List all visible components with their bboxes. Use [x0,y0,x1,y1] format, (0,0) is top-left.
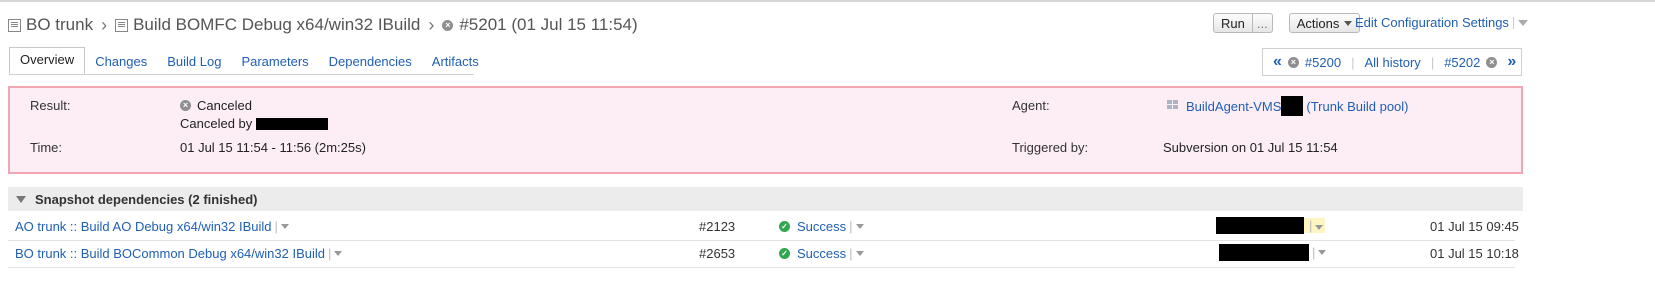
agent-link[interactable]: BuildAgent-VMS [1186,99,1281,114]
chevron-down-icon [1344,20,1353,26]
toolbar: Run ... Actions [1213,13,1361,33]
last-build-icon[interactable]: » [1507,53,1516,71]
canceled-icon: × [442,19,454,31]
dropdown-highlight[interactable]: | [1304,218,1326,233]
tabs-underline [9,74,474,75]
actions-button[interactable]: Actions [1288,13,1361,33]
divider: | [1430,54,1435,70]
dependency-date: 01 Jul 15 09:45 [1430,219,1519,234]
agent-value: BuildAgent-VMS (Trunk Build pool) [1167,96,1409,116]
breadcrumb: BO trunk › Build BOMFC Debug x64/win32 I… [8,14,638,36]
triggered-value: Subversion on 01 Jul 15 11:54 [1163,140,1338,155]
canceled-icon: × [1287,56,1299,68]
dropdown-icon[interactable] [334,251,343,256]
dropdown-icon[interactable] [1318,250,1327,255]
divider [1512,16,1514,29]
build-result-panel: Result: × Canceled Canceled by Time: 01 … [8,86,1523,174]
redacted-user [256,117,329,130]
redacted-agent-suffix [1281,96,1304,116]
previous-build-link[interactable]: #5200 [1305,55,1341,70]
divider: | [849,246,853,261]
next-build-link[interactable]: #5202 [1444,55,1480,70]
agent-label: Agent: [1012,98,1050,113]
dependency-status-cell: ✓ Success | [779,219,864,234]
build-config-name[interactable]: Build BOMFC Debug x64/win32 IBuild [133,15,420,35]
chevron-right-icon: › [428,14,435,35]
result-label: Result: [30,98,71,113]
tab-dependencies[interactable]: Dependencies [319,50,422,74]
dropdown-icon[interactable] [280,224,289,229]
edit-configuration-link[interactable]: Edit Configuration Settings [1355,15,1509,30]
dependency-build-number[interactable]: #2123 [699,219,735,234]
run-button[interactable]: Run [1213,13,1253,33]
snapshot-dependencies-header[interactable]: Snapshot dependencies (2 finished) [8,187,1523,211]
dependency-name-cell: AO trunk :: Build AO Debug x64/win32 IBu… [15,219,289,234]
dependency-link[interactable]: AO trunk :: Build AO Debug x64/win32 IBu… [15,219,272,234]
tab-overview[interactable]: Overview [9,47,86,74]
run-options-button[interactable]: ... [1251,13,1273,33]
first-build-icon[interactable]: « [1273,53,1282,71]
tab-parameters[interactable]: Parameters [231,50,318,74]
divider: | [274,219,278,234]
tab-changes[interactable]: Changes [85,50,157,74]
all-history-link[interactable]: All history [1364,55,1420,70]
snapshot-dependencies-title: Snapshot dependencies (2 finished) [35,191,258,207]
actions-label: Actions [1296,15,1340,31]
dependency-agent-cell: | [1216,217,1326,234]
dropdown-icon[interactable] [1517,19,1528,26]
redacted-agent [1219,244,1309,261]
dependency-date: 01 Jul 15 10:18 [1430,246,1519,261]
tab-build-log[interactable]: Build Log [157,50,231,74]
tab-bar: Overview Changes Build Log Parameters De… [9,47,489,74]
breadcrumb-project[interactable]: BO trunk [8,15,93,35]
breadcrumb-build-config[interactable]: Build BOMFC Debug x64/win32 IBuild [115,15,420,35]
build-history-nav: « × #5200 | All history | #5202 × » [1262,48,1522,76]
canceled-by: Canceled by [180,116,329,131]
divider: | [849,219,853,234]
result-status: Canceled [197,98,252,113]
divider: | [327,246,332,261]
dependency-build-number[interactable]: #2653 [699,246,735,261]
result-value: × Canceled [180,98,252,113]
canceled-by-text: Canceled by [180,116,253,131]
divider: | [1351,54,1355,70]
success-icon: ✓ [779,248,790,259]
redacted-agent [1216,217,1304,234]
top-border [0,0,1655,2]
tab-artifacts[interactable]: Artifacts [422,50,489,74]
dropdown-icon[interactable] [855,251,864,256]
canceled-icon: × [180,100,191,111]
dropdown-icon[interactable] [855,224,864,229]
agent-pool-link[interactable]: (Trunk Build pool) [1306,99,1408,114]
edit-configuration: Edit Configuration Settings [1355,15,1528,30]
triggered-label: Triggered by: [1012,140,1089,155]
dependency-status-link[interactable]: Success [797,219,846,234]
dropdown-icon[interactable] [1315,225,1324,230]
divider: | [1309,218,1313,233]
collapse-icon[interactable] [16,195,26,203]
dependency-status-link[interactable]: Success [797,246,846,261]
windows-agent-icon [1167,100,1180,112]
dependency-row: AO trunk :: Build AO Debug x64/win32 IBu… [8,213,1519,241]
chevron-right-icon: › [101,14,108,35]
breadcrumb-build: × #5201 (01 Jul 15 11:54) [442,15,638,35]
build-title: #5201 (01 Jul 15 11:54) [459,15,638,34]
dependency-agent-cell: | [1219,244,1327,261]
time-value: 01 Jul 15 11:54 - 11:56 (2m:25s) [180,140,366,155]
canceled-icon: × [1486,56,1498,68]
project-icon [8,18,21,32]
dependency-name-cell: BO trunk :: Build BOCommon Debug x64/win… [15,246,343,261]
time-label: Time: [30,140,63,155]
project-name[interactable]: BO trunk [26,15,93,35]
dependency-status-cell: ✓ Success | [779,246,864,261]
dependency-link[interactable]: BO trunk :: Build BOCommon Debug x64/win… [15,246,325,261]
build-config-icon [115,18,129,32]
dependency-row: BO trunk :: Build BOCommon Debug x64/win… [8,240,1519,268]
success-icon: ✓ [779,221,790,232]
divider: | [1312,245,1316,260]
